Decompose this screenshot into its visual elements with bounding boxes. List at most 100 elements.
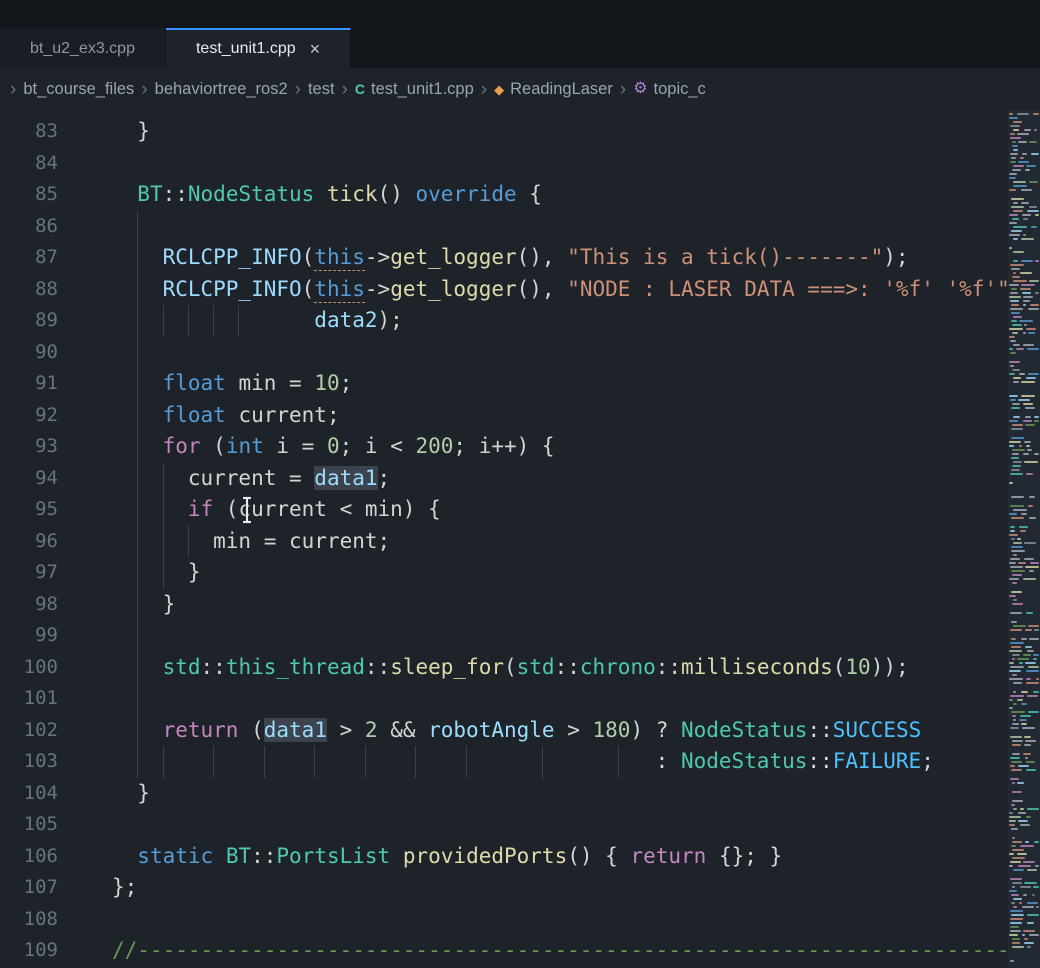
minimap-mark [1029, 934, 1039, 936]
line-number[interactable]: 94 [0, 463, 58, 495]
code-token: for [163, 434, 201, 458]
minimap-mark [1029, 517, 1036, 519]
line-number[interactable]: 87 [0, 242, 58, 274]
code-line[interactable]: 87 RCLCPP_INFO(this->get_logger(), "This… [0, 242, 1008, 274]
code-line[interactable]: 108 [0, 904, 1008, 936]
line-number[interactable]: 100 [0, 652, 58, 684]
minimap-mark [1025, 407, 1035, 409]
code-line[interactable]: 95 if (current < min) { [0, 494, 1008, 526]
code-line[interactable]: 104 } [0, 778, 1008, 810]
code-line[interactable]: 96 min = current; [0, 526, 1008, 558]
code-token [112, 844, 137, 868]
breadcrumb-item-test[interactable]: test [308, 80, 335, 99]
code-line[interactable]: 101 [0, 683, 1008, 715]
indent-guide [163, 526, 164, 558]
minimap-mark [1033, 113, 1039, 115]
minimap-mark [1021, 238, 1034, 240]
line-number[interactable]: 109 [0, 935, 58, 967]
line-number[interactable]: 99 [0, 620, 58, 652]
code-line[interactable]: 85 BT::NodeStatus tick() override { [0, 179, 1008, 211]
minimap-mark [1013, 719, 1016, 721]
line-number[interactable]: 98 [0, 589, 58, 621]
line-number[interactable]: 84 [0, 148, 58, 180]
line-number[interactable]: 107 [0, 872, 58, 904]
line-number[interactable]: 90 [0, 337, 58, 369]
code-line[interactable]: 109//-----------------------------------… [0, 935, 1008, 967]
line-number[interactable]: 83 [0, 116, 58, 148]
code-line[interactable]: 106 static BT::PortsList providedPorts()… [0, 841, 1008, 873]
code-line[interactable]: 84 [0, 148, 1008, 180]
code-line[interactable]: 91 float min = 10; [0, 368, 1008, 400]
code-line[interactable]: 88 RCLCPP_INFO(this->get_logger(), "NODE… [0, 274, 1008, 306]
tab-bt_u2_ex3.cpp[interactable]: bt_u2_ex3.cpp [0, 28, 166, 68]
line-number[interactable]: 105 [0, 809, 58, 841]
minimap-mark [1012, 841, 1022, 843]
code-token: BT [226, 844, 251, 868]
code-line[interactable]: 99 [0, 620, 1008, 652]
minimap-mark [1012, 276, 1020, 278]
code-line[interactable]: 107}; [0, 872, 1008, 904]
line-number[interactable]: 85 [0, 179, 58, 211]
code-line[interactable]: 103 : NodeStatus::FAILURE; [0, 746, 1008, 778]
code-line[interactable]: 97 } [0, 557, 1008, 589]
indent-guide [618, 746, 619, 778]
breadcrumb-item-test_unit1.cpp[interactable]: Ctest_unit1.cpp [355, 80, 474, 99]
breadcrumb-item-ReadingLaser[interactable]: ◆ReadingLaser [494, 80, 613, 99]
minimap-mark [1011, 761, 1022, 763]
line-number[interactable]: 92 [0, 400, 58, 432]
line-number[interactable]: 96 [0, 526, 58, 558]
breadcrumb-item-topic_c[interactable]: ⚙topic_c [633, 80, 706, 99]
code-token: RCLCPP_INFO [163, 277, 302, 301]
code-line[interactable]: 89 data2); [0, 305, 1008, 337]
line-number[interactable]: 104 [0, 778, 58, 810]
minimap-mark [1009, 824, 1015, 826]
minimap-mark [1012, 658, 1015, 660]
line-number[interactable]: 108 [0, 904, 58, 936]
code-line[interactable]: 102 return (data1 > 2 && robotAngle > 18… [0, 715, 1008, 747]
minimap-mark [1013, 272, 1016, 274]
close-icon[interactable]: × [310, 40, 321, 58]
line-number[interactable]: 89 [0, 305, 58, 337]
minimap-mark [1010, 526, 1015, 528]
code-line[interactable]: 90 [0, 337, 1008, 369]
breadcrumb-item-behaviortree_ros2[interactable]: behaviortree_ros2 [155, 80, 288, 99]
breadcrumb-item-bt_course_files[interactable]: bt_course_files [23, 80, 134, 99]
code-text: for (int i = 0; i < 200; i++) { [58, 431, 1008, 463]
code-line[interactable]: 92 float current; [0, 400, 1008, 432]
line-number[interactable]: 88 [0, 274, 58, 306]
code-token: NodeStatus [681, 749, 807, 773]
minimap-mark [1030, 562, 1039, 564]
minimap-mark [1036, 678, 1039, 680]
indent-guide [163, 746, 164, 778]
line-number[interactable]: 102 [0, 715, 58, 747]
minimap-mark [1012, 753, 1020, 755]
line-number[interactable]: 101 [0, 683, 58, 715]
line-number[interactable]: 97 [0, 557, 58, 589]
code-line[interactable]: 83 } [0, 116, 1008, 148]
line-number[interactable]: 106 [0, 841, 58, 873]
minimap-mark [1011, 828, 1018, 830]
line-number[interactable]: 95 [0, 494, 58, 526]
code-line[interactable]: 86 [0, 211, 1008, 243]
code-line[interactable]: 98 } [0, 589, 1008, 621]
code-line[interactable]: 93 for (int i = 0; i < 200; i++) { [0, 431, 1008, 463]
code-text: } [58, 778, 1008, 810]
minimap-mark [1011, 550, 1025, 552]
line-number[interactable]: 103 [0, 746, 58, 778]
line-number[interactable]: 86 [0, 211, 58, 243]
minimap-mark [1019, 662, 1023, 664]
line-number[interactable]: 93 [0, 431, 58, 463]
code-line[interactable]: 100 std::this_thread::sleep_for(std::chr… [0, 652, 1008, 684]
line-number[interactable]: 91 [0, 368, 58, 400]
code-line[interactable]: 94 current = data1; [0, 463, 1008, 495]
minimap-mark [1020, 808, 1024, 810]
minimap[interactable] [1008, 110, 1040, 968]
minimap-mark [1018, 141, 1027, 143]
minimap-mark [1010, 292, 1018, 294]
minimap-mark [1034, 420, 1039, 422]
code-area[interactable]: 83 }8485 BT::NodeStatus tick() override … [0, 110, 1008, 968]
tab-test_unit1.cpp[interactable]: test_unit1.cpp× [166, 28, 351, 68]
minimap-mark [1009, 373, 1015, 375]
code-line[interactable]: 105 [0, 809, 1008, 841]
minimap-mark [1013, 344, 1020, 346]
